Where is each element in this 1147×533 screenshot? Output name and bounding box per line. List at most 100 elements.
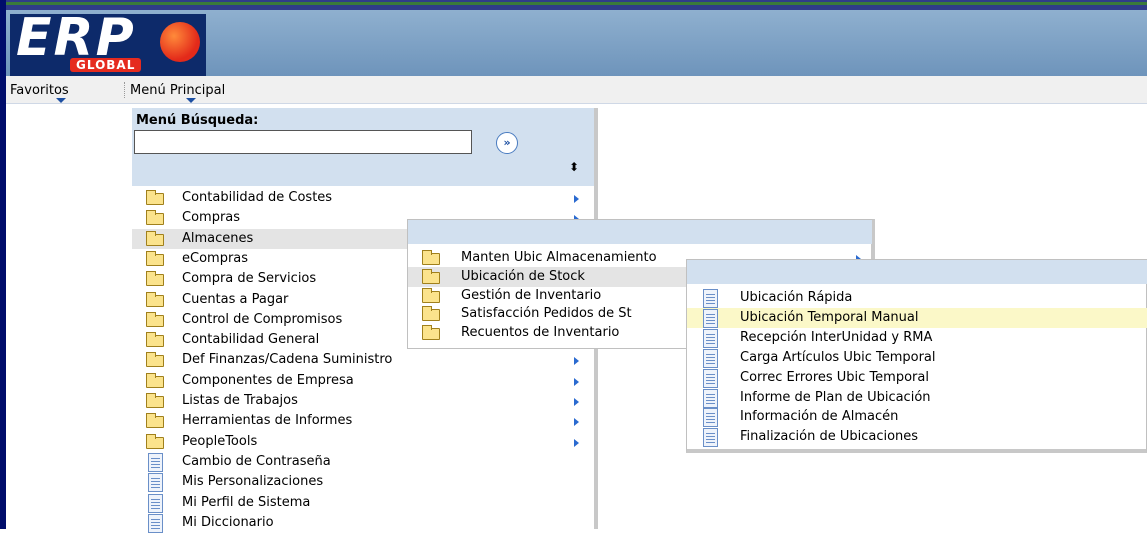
nav-main-menu[interactable]: Menú Principal (130, 83, 225, 98)
folder-icon (146, 230, 164, 246)
folder-icon (422, 268, 440, 284)
folder-icon (146, 311, 164, 327)
document-icon (703, 328, 718, 348)
menu-search-panel: Menú Búsqueda: » ⬍ (132, 108, 594, 186)
ubicacion-stock-item-finalizacion-de-ubicaciones[interactable]: Finalización de Ubicaciones (687, 427, 1147, 448)
main-menu-dropdown-icon[interactable] (186, 98, 196, 103)
main-menu-item-contabilidad-de-costes[interactable]: Contabilidad de Costes (132, 188, 594, 208)
almacenes-item-label: Manten Ubic Almacenamiento (461, 250, 657, 265)
favorites-dropdown-icon[interactable] (56, 98, 66, 103)
main-menu-item-label: Cambio de Contraseña (182, 453, 331, 469)
main-menu-item-label: Contabilidad de Costes (182, 190, 333, 205)
ubicacion-stock-item-informacion-de-almacen[interactable]: Información de Almacén (687, 407, 1147, 428)
main-menu-item-listas-de-trabajos[interactable]: Listas de Trabajos (132, 391, 594, 411)
document-icon (703, 348, 718, 368)
ubicacion-stock-item-label: Finalización de Ubicaciones (740, 429, 919, 445)
folder-icon (146, 352, 164, 368)
erp-global-logo[interactable]: ERP GLOBAL (10, 8, 206, 76)
almacenes-item-label: Gestión de Inventario (461, 287, 602, 303)
folder-icon (422, 325, 440, 341)
document-icon (148, 493, 163, 513)
folder-icon (146, 291, 164, 307)
main-menu-item-label: Mi Perfil de Sistema (182, 494, 311, 510)
document-icon (148, 513, 163, 533)
main-menu-item-mis-personalizaciones[interactable]: Mis Personalizaciones (132, 472, 594, 493)
document-icon (703, 289, 718, 308)
nav-separator (124, 82, 125, 98)
ubicacion-stock-item-label: Recepción InterUnidad y RMA (740, 329, 933, 345)
ubicacion-stock-item-recepcion-interunidad-y-rma[interactable]: Recepción InterUnidad y RMA (687, 328, 1147, 348)
main-menu-item-label: Compras (182, 210, 241, 226)
ubicacion-stock-submenu: Ubicación Rápida Ubicación Temporal Manua… (686, 259, 1147, 453)
menu-search-label: Menú Búsqueda: (136, 113, 259, 128)
ubicacion-stock-item-label: Correc Errores Ubic Temporal (740, 369, 929, 385)
folder-icon (422, 250, 440, 265)
main-menu-item-label: Control de Compromisos (182, 311, 343, 327)
main-menu-item-mi-diccionario[interactable]: Mi Diccionario (132, 513, 594, 533)
logo-subtitle: GLOBAL (70, 58, 142, 72)
nav-bar: Favoritos Menú Principal (6, 76, 1147, 104)
main-menu-item-label: Almacenes (182, 230, 254, 246)
main-menu-item-label: Def Finanzas/Cadena Suministro (182, 352, 393, 368)
folder-icon (146, 210, 164, 226)
folder-icon (146, 190, 164, 205)
chevron-right-icon (574, 418, 579, 427)
chevron-right-icon (574, 438, 579, 447)
chevron-right-icon (574, 357, 579, 366)
main-menu-item-label: eCompras (182, 250, 249, 266)
almacenes-item-label: Ubicación de Stock (461, 268, 585, 284)
sort-updown-icon[interactable]: ⬍ (569, 160, 579, 174)
main-menu-item-mi-perfil-de-sistema[interactable]: Mi Perfil de Sistema (132, 493, 594, 513)
ubicacion-stock-item-label: Carga Artículos Ubic Temporal (740, 349, 936, 365)
folder-icon (146, 433, 164, 449)
app-header: ERP GLOBAL (6, 8, 1147, 76)
folder-icon (422, 287, 440, 303)
main-menu-item-cambio-de-contrasena[interactable]: Cambio de Contraseña (132, 452, 594, 472)
chevron-right-icon (574, 398, 579, 406)
folder-icon (146, 413, 164, 429)
document-icon (703, 388, 718, 408)
main-menu-item-label: Cuentas a Pagar (182, 291, 289, 307)
main-menu-item-herramientas-de-informes[interactable]: Herramientas de Informes (132, 411, 594, 431)
ubicacion-stock-item-label: Información de Almacén (740, 409, 899, 425)
document-icon (148, 473, 163, 493)
almacenes-item-label: Recuentos de Inventario (461, 325, 620, 341)
menu-search-input[interactable] (134, 130, 472, 154)
ubicacion-stock-item-ubicacion-temporal-manual[interactable]: Ubicación Temporal Manual (687, 307, 1147, 328)
main-menu-item-label: Listas de Trabajos (182, 393, 298, 408)
document-icon (703, 428, 718, 448)
ubicacion-stock-item-label: Ubicación Temporal Manual (740, 309, 919, 325)
almacenes-item-label: Satisfacción Pedidos de St (461, 306, 632, 322)
folder-icon (146, 250, 164, 266)
submenu-header (687, 260, 1147, 284)
document-icon (703, 368, 718, 388)
main-menu-item-label: Mis Personalizaciones (182, 474, 324, 490)
main-menu-item-componentes-de-empresa[interactable]: Componentes de Empresa (132, 371, 594, 391)
folder-icon (146, 372, 164, 388)
ubicacion-stock-item-label: Ubicación Rápida (740, 290, 853, 305)
folder-icon (422, 306, 440, 322)
ubicacion-stock-item-ubicacion-rapida[interactable]: Ubicación Rápida (687, 288, 1147, 308)
ubicacion-stock-item-correc-errores-ubic-temporal[interactable]: Correc Errores Ubic Temporal (687, 368, 1147, 388)
folder-icon (146, 332, 164, 348)
chevron-right-icon (574, 377, 579, 386)
nav-favorites[interactable]: Favoritos (10, 83, 69, 98)
main-menu-item-label: Compra de Servicios (182, 271, 317, 287)
document-icon (703, 308, 718, 328)
main-menu-item-label: PeopleTools (182, 433, 258, 449)
double-chevron-right-icon[interactable]: » (496, 132, 518, 154)
submenu-header (408, 220, 872, 244)
ubicacion-stock-item-informe-de-plan-de-ubicacion[interactable]: Informe de Plan de Ubicación (687, 388, 1147, 408)
main-menu-item-label: Herramientas de Informes (182, 413, 353, 429)
main-menu-item-label: Componentes de Empresa (182, 372, 354, 388)
main-menu-item-peopletools[interactable]: PeopleTools (132, 432, 594, 452)
main-menu-item-label: Contabilidad General (182, 332, 320, 348)
top-border (0, 0, 1147, 10)
document-icon (703, 408, 718, 428)
main-menu-item-label: Mi Diccionario (182, 514, 274, 530)
main-menu-item-def-finanzas-cadena-suministro[interactable]: Def Finanzas/Cadena Suministro (132, 350, 594, 370)
document-icon (148, 452, 163, 472)
ubicacion-stock-item-carga-articulos-ubic-temporal[interactable]: Carga Artículos Ubic Temporal (687, 348, 1147, 368)
chevron-right-icon (574, 195, 579, 203)
globe-icon (160, 22, 200, 62)
